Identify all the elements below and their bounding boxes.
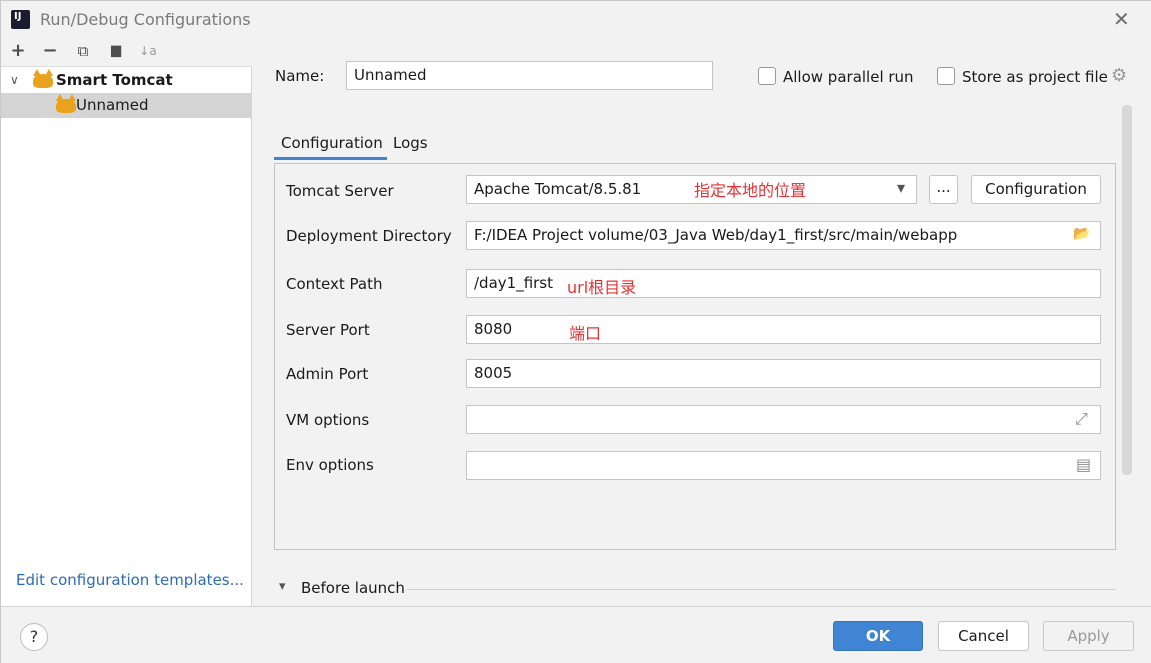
tomcat-server-select[interactable]: Apache Tomcat/8.5.81: [466, 175, 917, 204]
admin-port-label: Admin Port: [286, 365, 369, 383]
tab-configuration[interactable]: Configuration: [274, 129, 387, 160]
folder-icon[interactable]: 📂: [1073, 226, 1090, 242]
name-input[interactable]: Unnamed: [346, 61, 713, 90]
name-label: Name:: [275, 67, 325, 85]
browse-button[interactable]: ...: [929, 175, 958, 204]
title-bar: IJ Run/Debug Configurations ✕: [1, 1, 1151, 37]
close-icon[interactable]: ✕: [1113, 7, 1130, 31]
deployment-directory-input[interactable]: F:/IDEA Project volume/03_Java Web/day1_…: [466, 221, 1101, 250]
folder-add-icon[interactable]: ▆: [105, 40, 127, 62]
vm-options-input[interactable]: [466, 405, 1101, 434]
allow-parallel-label: Allow parallel run: [783, 68, 914, 86]
edit-templates-link[interactable]: Edit configuration templates...: [16, 571, 244, 589]
config-editor-pane: Name: Unnamed Allow parallel run Store a…: [253, 37, 1151, 606]
store-as-project-checkbox[interactable]: [937, 67, 955, 85]
configuration-panel: Tomcat Server Apache Tomcat/8.5.81 指定本地的…: [274, 163, 1116, 550]
annotation-port: 端口: [569, 324, 602, 343]
env-options-input[interactable]: [466, 451, 1101, 480]
apply-button: Apply: [1043, 621, 1134, 651]
annotation-url-root: url根目录: [567, 278, 637, 297]
tab-logs[interactable]: Logs: [393, 129, 428, 157]
tree-group-label: Smart Tomcat: [56, 71, 173, 89]
tomcat-icon: [56, 94, 76, 113]
annotation-local-location: 指定本地的位置: [694, 181, 807, 200]
chevron-down-icon[interactable]: ∨: [10, 68, 19, 93]
allow-parallel-checkbox[interactable]: [758, 67, 776, 85]
env-options-label: Env options: [286, 456, 374, 474]
server-port-input[interactable]: 8080: [466, 315, 1101, 344]
sort-icon[interactable]: ↓a: [137, 40, 159, 62]
remove-icon[interactable]: −: [39, 40, 61, 62]
context-path-input[interactable]: /day1_first: [466, 269, 1101, 298]
document-icon[interactable]: ▤: [1076, 455, 1091, 474]
tomcat-server-label: Tomcat Server: [286, 182, 394, 200]
collapse-arrow-icon[interactable]: ▾: [279, 579, 286, 594]
window-title: Run/Debug Configurations: [40, 10, 251, 29]
scrollbar[interactable]: [1122, 105, 1132, 475]
context-path-label: Context Path: [286, 275, 383, 293]
store-as-project-label: Store as project file: [962, 68, 1108, 86]
tomcat-icon: [33, 69, 53, 88]
tree-item-label: Unnamed: [76, 96, 149, 114]
add-icon[interactable]: +: [7, 40, 29, 62]
divider: [407, 589, 1116, 590]
cancel-button[interactable]: Cancel: [938, 621, 1029, 651]
configuration-button[interactable]: Configuration: [971, 175, 1101, 204]
before-launch-label[interactable]: Before launch: [301, 579, 405, 597]
tree-group-smart-tomcat[interactable]: ∨ Smart Tomcat: [1, 68, 252, 93]
dialog-button-bar: ? OK Cancel Apply: [1, 606, 1151, 663]
copy-icon[interactable]: ⧉: [72, 40, 94, 62]
admin-port-input[interactable]: 8005: [466, 359, 1101, 388]
tree-toolbar: + − ⧉ ▆ ↓a: [1, 37, 252, 67]
intellij-app-icon: IJ: [9, 8, 32, 31]
help-button[interactable]: ?: [20, 623, 48, 651]
server-port-label: Server Port: [286, 321, 370, 339]
ok-button[interactable]: OK: [833, 621, 923, 651]
expand-icon[interactable]: ⤢: [1075, 409, 1088, 429]
run-debug-dialog: IJ Run/Debug Configurations ✕ + − ⧉ ▆ ↓a…: [0, 0, 1151, 663]
chevron-down-icon[interactable]: ▾: [897, 178, 905, 197]
config-tree-pane: + − ⧉ ▆ ↓a ∨ Smart Tomcat Unnamed Edit c…: [1, 37, 252, 606]
vm-options-label: VM options: [286, 411, 370, 429]
deployment-directory-label: Deployment Directory: [286, 227, 452, 245]
gear-icon[interactable]: ⚙: [1111, 65, 1127, 86]
tree-item-unnamed[interactable]: Unnamed: [1, 93, 252, 118]
